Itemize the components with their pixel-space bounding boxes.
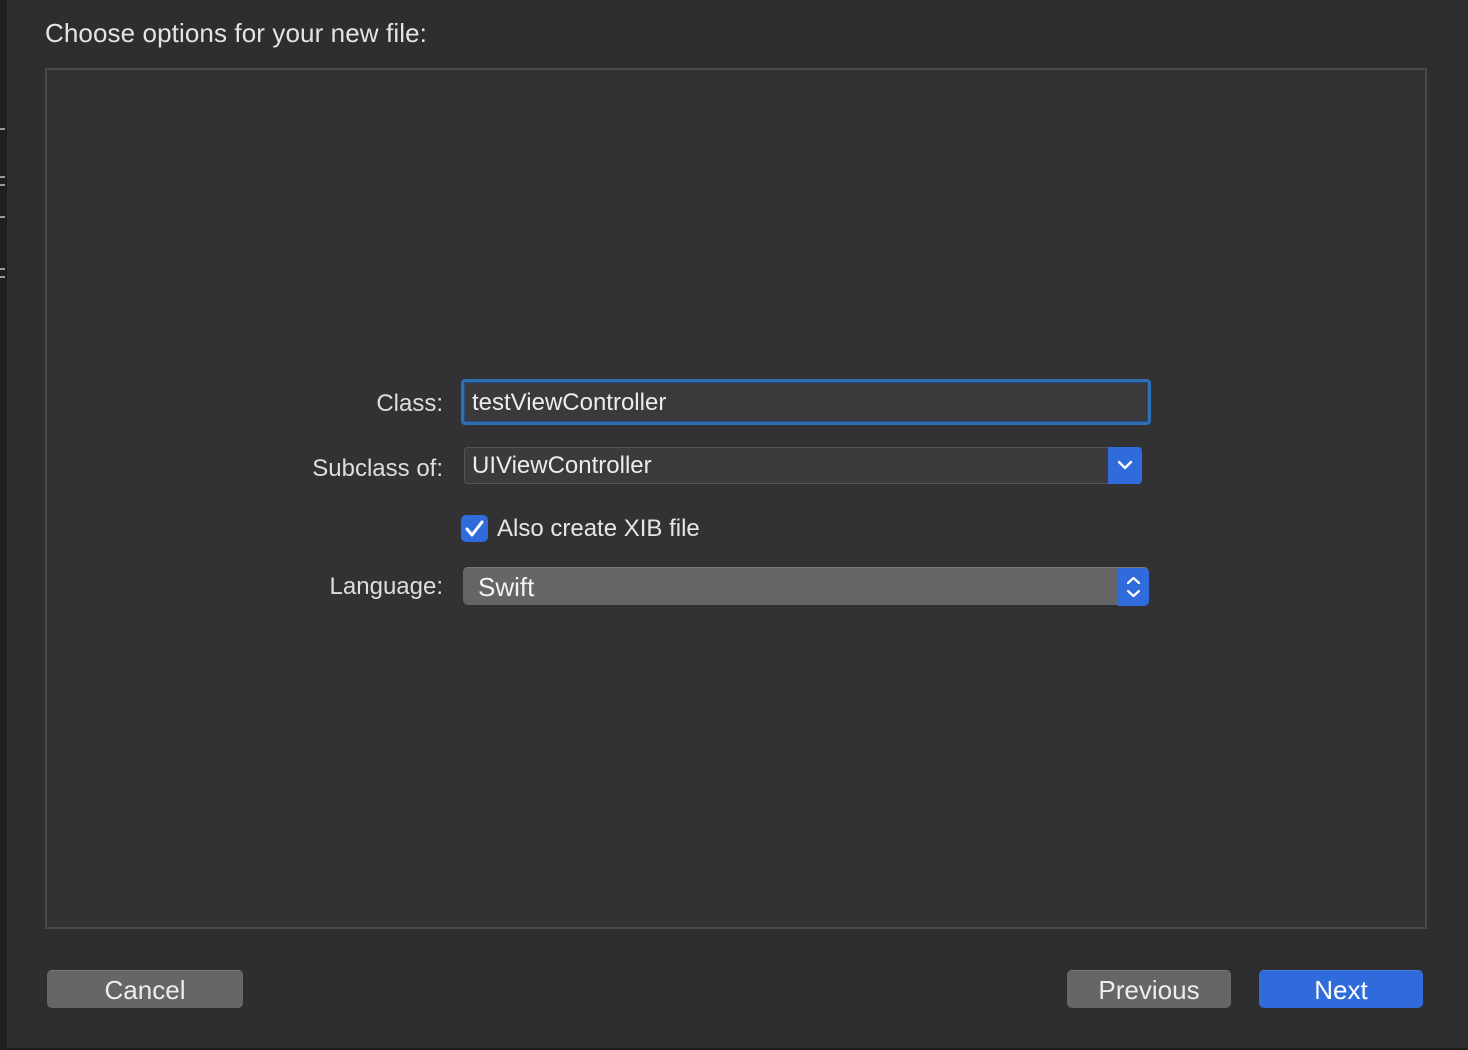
subclass-dropdown-button[interactable] bbox=[1108, 447, 1142, 484]
edge-glyph bbox=[0, 184, 5, 186]
subclass-value[interactable]: UIViewController bbox=[472, 452, 652, 480]
edge-glyph bbox=[0, 216, 5, 218]
next-button[interactable]: Next bbox=[1259, 970, 1423, 1008]
dialog-title: Choose options for your new file: bbox=[45, 18, 427, 48]
edge-glyph bbox=[0, 128, 5, 130]
previous-button[interactable]: Previous bbox=[1067, 970, 1231, 1008]
xib-checkbox-label[interactable]: Also create XIB file bbox=[497, 515, 700, 543]
chevron-down-icon bbox=[1117, 460, 1133, 470]
new-file-sheet: Choose options for your new file: Class:… bbox=[6, 0, 1467, 1050]
edge-glyph bbox=[0, 176, 5, 178]
up-down-chevron-icon bbox=[1126, 576, 1141, 598]
subclass-combo-box[interactable]: UIViewController bbox=[464, 447, 1142, 484]
class-name-input[interactable] bbox=[472, 386, 1132, 420]
class-name-field[interactable] bbox=[461, 379, 1151, 425]
xib-checkbox[interactable] bbox=[461, 515, 488, 542]
edge-glyph bbox=[0, 268, 5, 270]
options-panel: Class: Subclass of: UIViewController Als… bbox=[45, 68, 1427, 929]
cancel-button[interactable]: Cancel bbox=[47, 970, 243, 1008]
language-label: Language: bbox=[329, 573, 443, 600]
language-popup-arrows[interactable] bbox=[1118, 568, 1149, 606]
subclass-label: Subclass of: bbox=[312, 455, 443, 482]
language-value[interactable]: Swift bbox=[478, 572, 534, 603]
edge-glyph bbox=[0, 276, 5, 278]
checkmark-icon bbox=[465, 520, 484, 537]
class-label: Class: bbox=[376, 390, 443, 417]
language-popup-button[interactable]: Swift bbox=[463, 567, 1149, 606]
